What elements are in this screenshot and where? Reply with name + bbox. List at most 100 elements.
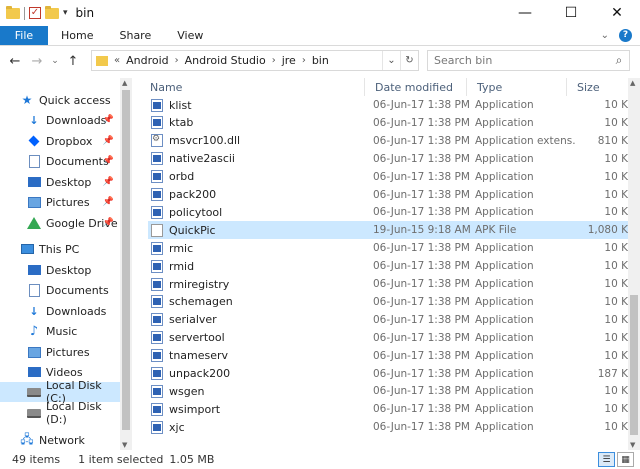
file-name-cell: wsimport: [151, 400, 369, 418]
sidebar-scrollbar[interactable]: ▲ ▼: [120, 78, 132, 450]
sidebar-item-documents[interactable]: Documents 📌: [0, 151, 120, 171]
table-row[interactable]: policytool 06-Jun-17 1:38 PM Application 10…: [148, 203, 628, 221]
sidebar-item-local-disk-d[interactable]: Local Disk (D:): [0, 400, 120, 426]
file-icon: [151, 205, 163, 219]
search-box[interactable]: Search bin ⌕: [427, 50, 630, 71]
back-button[interactable]: ←: [4, 54, 26, 69]
sidebar-item-label: Videos: [46, 365, 83, 379]
crumb-bin[interactable]: bin: [312, 54, 329, 67]
file-type: Application: [475, 313, 534, 326]
scroll-down-icon[interactable]: ▼: [122, 441, 127, 449]
sidebar-item-desktop-pc[interactable]: Desktop: [0, 260, 120, 280]
table-row[interactable]: msvcr100.dll 06-Jun-17 1:38 PM Application…: [148, 132, 628, 150]
table-row[interactable]: wsgen 06-Jun-17 1:38 PM Application 10 K: [148, 382, 628, 400]
sidebar-item-google-drive[interactable]: Google Drive 📌: [0, 213, 120, 233]
sidebar-item-documents-pc[interactable]: Documents: [0, 280, 120, 300]
tab-share[interactable]: Share: [106, 26, 164, 45]
sidebar-item-desktop[interactable]: Desktop 📌: [0, 172, 120, 192]
expand-ribbon-chevron-icon[interactable]: ⌄: [601, 30, 609, 41]
table-row[interactable]: native2ascii 06-Jun-17 1:38 PM Application…: [148, 150, 628, 168]
file-date: 06-Jun-17 1:38 PM: [373, 403, 470, 416]
tab-view[interactable]: View: [164, 26, 216, 45]
table-row[interactable]: rmic 06-Jun-17 1:38 PM Application 10 K: [148, 239, 628, 257]
file-list-scrollbar[interactable]: ▲ ▼: [628, 78, 640, 450]
scroll-up-icon[interactable]: ▲: [122, 79, 127, 87]
help-icon[interactable]: ?: [619, 29, 632, 42]
file-size: 10 K: [604, 152, 628, 165]
table-row[interactable]: tnameserv 06-Jun-17 1:38 PM Application 10 …: [148, 347, 628, 365]
pictures-icon: [27, 195, 41, 209]
computer-icon: [20, 242, 34, 256]
file-size: 10 K: [604, 421, 628, 434]
address-bar[interactable]: « Android › Android Studio › jre › bin ⌄…: [91, 50, 419, 71]
table-row[interactable]: QuickPic 19-Jun-15 9:18 AM APK File 1,080 K: [148, 221, 628, 240]
up-button[interactable]: ↑: [62, 54, 84, 69]
recent-locations-chevron-icon[interactable]: ⌄: [48, 56, 62, 66]
sidebar-item-local-disk-c[interactable]: Local Disk (C:): [0, 379, 120, 405]
new-folder-icon[interactable]: [45, 5, 59, 19]
search-input[interactable]: Search bin: [434, 54, 609, 67]
table-row[interactable]: rmiregistry 06-Jun-17 1:38 PM Application 1…: [148, 275, 628, 293]
details-view-button[interactable]: ☰: [598, 452, 615, 467]
sidebar-item-network[interactable]: 🖧 Network: [0, 430, 120, 450]
refresh-icon[interactable]: ↻: [400, 51, 418, 70]
table-row[interactable]: serialver 06-Jun-17 1:38 PM Application 10 …: [148, 311, 628, 329]
file-date: 06-Jun-17 1:38 PM: [373, 206, 470, 219]
file-name-cell: serialver: [151, 311, 369, 329]
table-row[interactable]: pack200 06-Jun-17 1:38 PM Application 10 K: [148, 186, 628, 204]
crumb-jre[interactable]: jre: [282, 54, 296, 67]
column-header-size[interactable]: Size: [567, 78, 628, 96]
crumb-separator-icon[interactable]: ›: [272, 55, 276, 66]
sidebar-item-music[interactable]: ♪ Music: [0, 321, 120, 341]
sidebar-item-dropbox[interactable]: Dropbox 📌: [0, 131, 120, 151]
sidebar-item-downloads[interactable]: ↓ Downloads 📌: [0, 110, 120, 130]
crumb-android[interactable]: Android: [126, 54, 169, 67]
sidebar-item-this-pc[interactable]: This PC: [0, 239, 120, 259]
search-icon[interactable]: ⌕: [609, 53, 629, 68]
file-type: Application: [475, 242, 534, 255]
table-row[interactable]: rmid 06-Jun-17 1:38 PM Application 10 K: [148, 257, 628, 275]
table-row[interactable]: schemagen 06-Jun-17 1:38 PM Application 10 …: [148, 293, 628, 311]
crumb-android-studio[interactable]: Android Studio: [185, 54, 266, 67]
crumb-separator-icon[interactable]: ›: [302, 55, 306, 66]
file-name: unpack200: [169, 367, 231, 380]
sidebar-item-quick-access[interactable]: ★ Quick access: [0, 90, 120, 110]
file-list-scroll-thumb[interactable]: [630, 295, 638, 435]
tab-home[interactable]: Home: [48, 26, 106, 45]
table-row[interactable]: orbd 06-Jun-17 1:38 PM Application 10 K: [148, 168, 628, 186]
crumb-overflow-icon[interactable]: «: [114, 55, 120, 66]
sidebar-item-label: Music: [46, 324, 78, 338]
sidebar-item-pictures-pc[interactable]: Pictures: [0, 342, 120, 362]
column-header-name[interactable]: Name: [140, 78, 365, 96]
column-header-date[interactable]: Date modified: [365, 78, 467, 96]
table-row[interactable]: klist 06-Jun-17 1:38 PM Application 10 K: [148, 96, 628, 114]
file-type: APK File: [475, 224, 517, 237]
sidebar-item-downloads-pc[interactable]: ↓ Downloads: [0, 301, 120, 321]
address-history-chevron-icon[interactable]: ⌄: [382, 51, 400, 70]
dropbox-icon: [27, 134, 41, 148]
file-size: 10 K: [604, 295, 628, 308]
customize-toolbar-chevron-icon[interactable]: ▾: [63, 8, 68, 18]
crumb-separator-icon[interactable]: ›: [175, 55, 179, 66]
column-header-type[interactable]: Type: [467, 78, 567, 96]
table-row[interactable]: xjc 06-Jun-17 1:38 PM Application 10 K: [148, 418, 628, 436]
scroll-up-icon[interactable]: ▲: [630, 79, 635, 87]
sidebar-scroll-thumb[interactable]: [122, 90, 130, 430]
properties-icon[interactable]: ✓: [29, 7, 41, 19]
file-type: Application: [475, 188, 534, 201]
sidebar-item-pictures[interactable]: Pictures 📌: [0, 192, 120, 212]
forward-button[interactable]: →: [26, 54, 48, 69]
minimize-button[interactable]: —: [502, 0, 548, 26]
scroll-down-icon[interactable]: ▼: [630, 441, 635, 449]
file-date: 06-Jun-17 1:38 PM: [373, 188, 470, 201]
folder-icon[interactable]: [6, 5, 20, 19]
window-title: bin: [75, 6, 95, 20]
table-row[interactable]: wsimport 06-Jun-17 1:38 PM Application 10 K: [148, 400, 628, 418]
tab-file[interactable]: File: [0, 26, 48, 45]
maximize-button[interactable]: ☐: [548, 0, 594, 26]
large-icons-view-button[interactable]: ▦: [617, 452, 634, 467]
table-row[interactable]: ktab 06-Jun-17 1:38 PM Application 10 K: [148, 114, 628, 132]
table-row[interactable]: unpack200 06-Jun-17 1:38 PM Application 187…: [148, 365, 628, 383]
table-row[interactable]: servertool 06-Jun-17 1:38 PM Application 10…: [148, 329, 628, 347]
close-button[interactable]: ✕: [594, 0, 640, 26]
